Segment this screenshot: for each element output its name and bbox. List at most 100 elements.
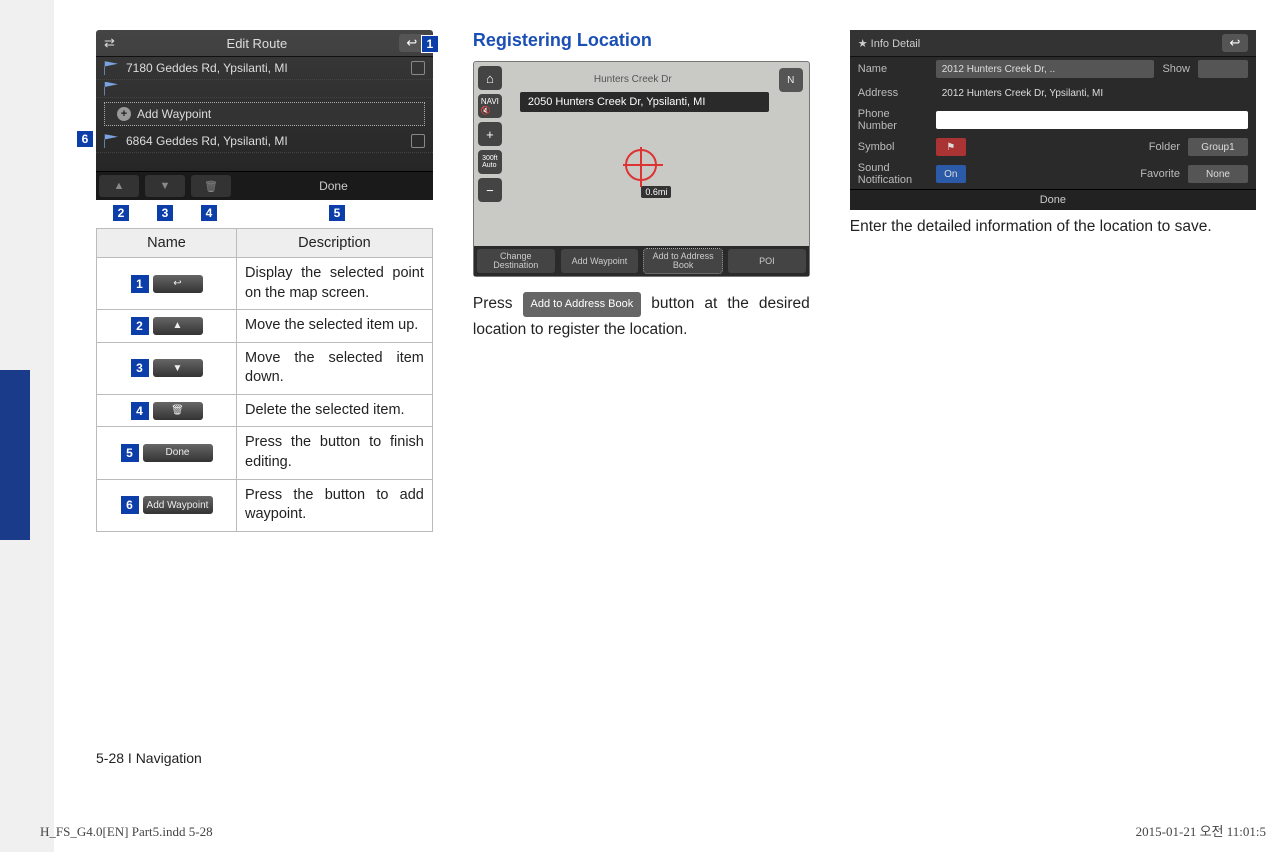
sound-label: Sound Notification — [858, 162, 928, 186]
map-address-bar: 2050 Hunters Creek Dr, Ypsilanti, MI — [520, 92, 769, 112]
callout-5: 5 — [328, 204, 346, 222]
info-row-address: Address 2012 Hunters Creek Dr, Ypsilanti… — [850, 81, 1256, 105]
address-label: Address — [858, 87, 928, 99]
done-button[interactable]: Done — [234, 179, 433, 193]
back-button[interactable]: ↩ — [1222, 34, 1248, 52]
change-destination-button[interactable]: Change Destination — [477, 249, 555, 273]
flag-icon — [104, 134, 118, 148]
map-preview-icon[interactable] — [411, 134, 425, 148]
navi-icon[interactable]: NAVI🔇 — [478, 94, 502, 118]
column-1: ⇄ Edit Route ↩ 7180 Geddes Rd, Ypsilanti… — [96, 30, 433, 532]
inline-button-add-to-address-book: Add to Address Book — [523, 292, 642, 317]
info-row-name: Name 2012 Hunters Creek Dr, .. Show — [850, 57, 1256, 81]
route-row-3[interactable]: 6864 Geddes Rd, Ypsilanti, MI — [96, 130, 433, 153]
add-waypoint-label: Add Waypoint — [137, 107, 211, 121]
folder-label: Folder — [1149, 141, 1180, 153]
route-row-3-text: 6864 Geddes Rd, Ypsilanti, MI — [126, 134, 288, 148]
folder-value[interactable]: Group1 — [1188, 138, 1248, 156]
text-pre: Press — [473, 295, 523, 312]
table-cell-desc: Display the selected point on the map sc… — [237, 258, 433, 310]
ref-button: Done — [143, 444, 213, 462]
callout-number: 1 — [131, 275, 149, 293]
callout-number: 5 — [121, 444, 139, 462]
info-row-phone: Phone Number — [850, 105, 1256, 135]
sound-toggle[interactable]: On — [936, 165, 966, 183]
target-icon — [625, 149, 657, 181]
compass-icon[interactable]: N — [779, 68, 803, 92]
table-cell-name: 6Add Waypoint — [97, 479, 237, 531]
callout-number: 6 — [121, 496, 139, 514]
route-spacer — [96, 80, 433, 98]
name-label: Name — [858, 63, 928, 75]
add-waypoint-row[interactable]: + Add Waypoint — [104, 102, 425, 126]
favorite-value[interactable]: None — [1188, 165, 1248, 183]
table-row: 5DonePress the button to finish editing. — [97, 427, 433, 479]
heading-registering-location: Registering Location — [473, 30, 810, 51]
route-row-1[interactable]: 7180 Geddes Rd, Ypsilanti, MI — [96, 57, 433, 80]
table-row: 3▼Move the selected item down. — [97, 342, 433, 394]
zoom-in-icon[interactable]: + — [478, 122, 502, 146]
flag-icon — [104, 61, 118, 75]
col2-body: Press Add to Address Book button at the … — [473, 291, 810, 344]
column-2: Registering Location ⌂ NAVI🔇 + 300ftAuto… — [473, 30, 810, 532]
road-label: Hunters Creek Dr — [594, 74, 672, 85]
distance-badge: 0.6mi — [641, 186, 671, 198]
move-down-button[interactable]: ▼ — [145, 175, 185, 197]
ref-button: ▲ — [153, 317, 203, 335]
page: ⇄ Edit Route ↩ 7180 Geddes Rd, Ypsilanti… — [96, 30, 1256, 532]
flag-icon — [104, 82, 118, 96]
route-row-1-text: 7180 Geddes Rd, Ypsilanti, MI — [126, 61, 288, 75]
info-detail-title: Info Detail — [871, 38, 921, 50]
callout-6: 6 — [76, 130, 94, 148]
show-toggle[interactable] — [1198, 60, 1248, 78]
print-mark-left: H_FS_G4.0[EN] Part5.indd 5-28 — [40, 824, 213, 840]
ref-button: ↩ — [153, 275, 203, 293]
page-footer: 5-28 I Navigation — [96, 750, 202, 766]
table-cell-desc: Delete the selected item. — [237, 394, 433, 427]
move-up-button[interactable]: ▲ — [99, 175, 139, 197]
callout-number: 3 — [131, 359, 149, 377]
screenshot-edit-route: ⇄ Edit Route ↩ 7180 Geddes Rd, Ypsilanti… — [96, 30, 433, 200]
screenshot-info-detail: ★ Info Detail ↩ Name 2012 Hunters Creek … — [850, 30, 1256, 200]
add-waypoint-button[interactable]: Add Waypoint — [561, 249, 639, 273]
callout-number: 2 — [131, 317, 149, 335]
callout-2: 2 — [112, 204, 130, 222]
scale-icon[interactable]: 300ftAuto — [478, 150, 502, 174]
favorite-label: Favorite — [1140, 168, 1180, 180]
add-to-address-book-button[interactable]: Add to Address Book — [644, 249, 722, 273]
table-cell-desc: Press the button to add waypoint. — [237, 479, 433, 531]
zoom-out-icon[interactable]: − — [478, 178, 502, 202]
column-3: ★ Info Detail ↩ Name 2012 Hunters Creek … — [850, 30, 1256, 532]
info-row-sound: Sound Notification On Favorite None — [850, 159, 1256, 189]
edit-route-titlebar: ⇄ Edit Route ↩ — [96, 30, 433, 57]
callout-3: 3 — [156, 204, 174, 222]
route-icon: ⇄ — [104, 35, 115, 51]
map-preview-icon[interactable] — [411, 61, 425, 75]
phone-label: Phone Number — [858, 108, 928, 132]
ref-button: Add Waypoint — [143, 496, 213, 514]
info-row-symbol: Symbol ⚑ Folder Group1 — [850, 135, 1256, 159]
name-field[interactable]: 2012 Hunters Creek Dr, .. — [936, 60, 1155, 78]
ref-button: 🗑 — [153, 402, 203, 420]
table-row: 1↩ Display the selected point on the map … — [97, 258, 433, 310]
callout-number: 4 — [131, 402, 149, 420]
callout-4: 4 — [200, 204, 218, 222]
print-mark-right: 2015-01-21 오전 11:01:5 — [1136, 821, 1266, 840]
symbol-label: Symbol — [858, 141, 928, 153]
home-icon[interactable]: ⌂ — [478, 66, 502, 90]
map-bottom-bar: Change Destination Add Waypoint Add to A… — [474, 246, 809, 276]
table-cell-name: 5Done — [97, 427, 237, 479]
poi-button[interactable]: POI — [728, 249, 806, 273]
edit-route-toolbar: ▲ ▼ 🗑 Done — [96, 171, 433, 200]
table-cell-name: 3▼ — [97, 342, 237, 394]
info-done-button[interactable]: Done — [850, 189, 1256, 210]
table-row: 4🗑 Delete the selected item. — [97, 394, 433, 427]
delete-button[interactable]: 🗑 — [191, 175, 231, 197]
address-value: 2012 Hunters Creek Dr, Ypsilanti, MI — [936, 84, 1248, 102]
plus-icon: + — [117, 107, 131, 121]
show-label: Show — [1162, 63, 1190, 75]
callout-1: 1 — [421, 35, 439, 53]
phone-field[interactable] — [936, 111, 1248, 129]
symbol-button[interactable]: ⚑ — [936, 138, 966, 156]
table-row: 6Add WaypointPress the button to add way… — [97, 479, 433, 531]
